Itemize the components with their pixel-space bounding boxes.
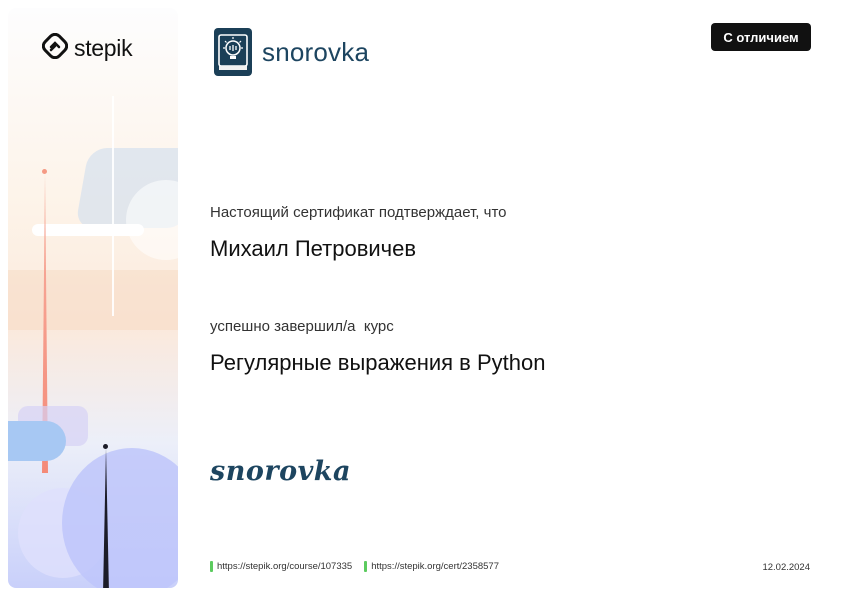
- decor-blue-pill: [8, 421, 66, 461]
- book-lightbulb-icon: [214, 28, 252, 76]
- course-title: Регулярные выражения в Python: [210, 350, 546, 375]
- decor-red-dot: [42, 169, 47, 174]
- issue-date: 12.02.2024: [762, 562, 810, 573]
- decor-bar-shape: [32, 224, 144, 236]
- organization-name: snorovka: [262, 36, 370, 67]
- decor-black-dot: [103, 444, 108, 449]
- certificate-url-text: https://stepik.org/cert/2358577: [371, 561, 500, 572]
- recipient-name: Михаил Петровичев: [210, 236, 417, 261]
- course-link[interactable]: https://stepik.org/course/107335: [210, 561, 352, 572]
- link-marker-icon: [210, 561, 213, 572]
- link-marker-icon: [364, 561, 368, 572]
- footer-links: https://stepik.org/course/107335 https:/…: [210, 561, 499, 572]
- distinction-badge: С отличием: [711, 23, 811, 51]
- completion-text: успешно завершил/а курс: [210, 318, 394, 335]
- organization-header: snorovka: [214, 28, 369, 76]
- certificate-intro-text: Настоящий сертификат подтверждает, что: [210, 204, 507, 221]
- decor-band-shape: [8, 270, 178, 330]
- stepik-logo-icon: [41, 32, 69, 64]
- decorative-sidebar: stepik: [8, 8, 178, 588]
- organization-signature: snorovka: [210, 456, 351, 487]
- stepik-logo: stepik: [41, 32, 133, 64]
- certificate-link[interactable]: https://stepik.org/cert/2358577: [364, 561, 499, 572]
- stepik-logo-text: stepik: [74, 34, 133, 61]
- decor-blob-large: [62, 448, 178, 588]
- course-url-text: https://stepik.org/course/107335: [217, 561, 353, 572]
- decor-line-shape: [112, 96, 114, 316]
